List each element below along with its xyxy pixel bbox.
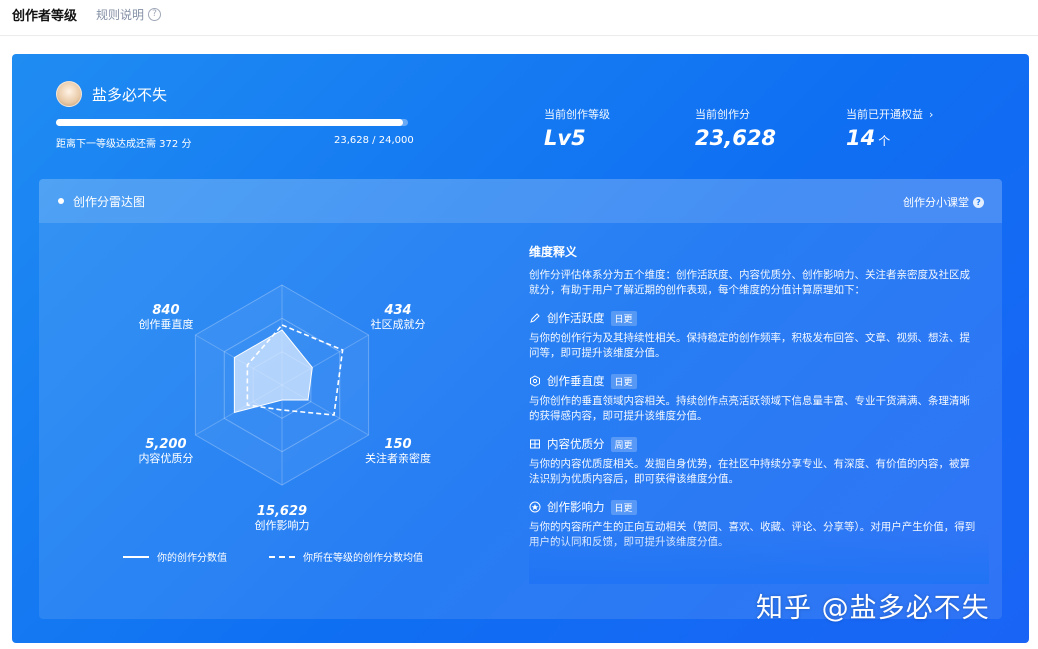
radar-panel: 创作分雷达图 创作分小课堂 ? 1,375创作活跃度434社区成就分150关注者… [39,179,1002,619]
radar-panel-header: 创作分雷达图 创作分小课堂 ? [39,179,1002,223]
level-progress-bar [56,119,408,126]
radar-axis-label: 内容优质分 [138,451,193,465]
dimension-name: 创作活跃度 [547,311,605,325]
radar-axis-value: 150 [384,437,411,452]
radar-chart: 1,375创作活跃度434社区成就分150关注者亲密度15,629创作影响力5,… [138,263,431,532]
progress-remaining-text: 距离下一等级达成还需 372 分 [56,139,192,150]
stat-score-value: 23,628 [695,126,777,150]
creator-level-card: 盐多必不失 距离下一等级达成还需 372 分 23,628 / 24,000 当… [12,54,1029,643]
legend-dashed-line [269,555,295,558]
rules-link[interactable]: 规则说明 ? [96,6,162,23]
dimension-name: 创作垂直度 [547,374,605,388]
legend-average: 你所在等级的创作分数均值 [269,549,423,564]
course-label: 创作分小课堂 [903,196,969,209]
dimension-item: 内容优质分 周更 与你的内容优质度相关。发掘自身优势，在社区中持续分享专业、有深… [529,436,979,487]
radar-axis-label: 创作活跃度 [255,263,310,264]
question-circle-icon[interactable]: ? [148,8,162,21]
radar-axis-label: 社区成就分 [371,317,426,331]
radar-axis-value: 5,200 [145,437,186,452]
watermark: 知乎 @盐多必不失 [756,593,990,624]
top-bar: 创作者等级 规则说明 ? [0,0,1038,36]
dimension-intro: 创作分评估体系分为五个维度：创作活跃度、内容优质分、创作影响力、关注者亲密度及社… [529,269,970,296]
update-tag: 日更 [610,499,637,515]
stat-benefits-label: 当前已开通权益 [846,108,923,121]
dimension-name: 创作影响力 [547,500,605,514]
level-progress-fill [56,119,403,126]
radar-axis-value: 434 [383,303,411,318]
dimension-title: 维度释义 [529,245,578,259]
stat-benefits-unit: 个 [878,134,891,148]
chevron-right-icon[interactable]: › [929,108,933,121]
update-tag: 日更 [610,373,637,389]
radar-axis-value: 840 [152,303,179,318]
bullet-dot-icon [58,198,64,204]
stat-level-value: Lv5 [544,126,586,150]
hexagon-icon [530,375,540,387]
avatar[interactable] [56,81,82,107]
dimension-text: 与你的创作行为及其持续性相关。保持稳定的创作频率，积极发布回答、文章、视频、想法… [529,332,970,359]
dimension-text: 与你的内容优质度相关。发掘自身优势，在社区中持续分享专业、有深度、有价值的内容，… [529,458,970,485]
dimension-name: 内容优质分 [547,437,605,451]
question-dot-icon[interactable]: ? [973,196,984,208]
stat-benefits[interactable]: 当前已开通权益 › 14 个 [846,106,933,150]
legend-solid-line [123,555,149,558]
radar-axis-label: 关注者亲密度 [365,451,431,465]
scroll-fade-overlay [529,534,989,584]
progress-ratio: 23,628 / 24,000 [334,135,414,146]
page-title: 创作者等级 [12,9,78,24]
update-tag: 周更 [610,436,637,452]
rules-label: 规则说明 [96,8,145,22]
dimension-item: 创作垂直度 日更 与你创作的垂直领域内容相关。持续创作点亮活跃领域下信息量丰富、… [529,373,979,424]
stat-level: 当前创作等级 Lv5 [544,106,610,150]
pencil-icon [530,313,540,323]
stat-benefits-value: 14 [846,126,876,150]
dimension-text: 与你创作的垂直领域内容相关。持续创作点亮活跃领域下信息量丰富、专业干货满满、条理… [529,395,970,422]
legend-user-label: 你的创作分数值 [157,553,227,564]
stat-score: 当前创作分 23,628 [695,106,776,150]
stat-level-label: 当前创作等级 [544,108,610,121]
legend-average-label: 你所在等级的创作分数均值 [303,553,423,564]
stat-score-label: 当前创作分 [695,108,750,121]
dimension-description: 维度释义 创作分评估体系分为五个维度：创作活跃度、内容优质分、创作影响力、关注者… [529,243,979,550]
course-link[interactable]: 创作分小课堂 ? [903,194,984,210]
username: 盐多必不失 [92,86,168,104]
update-tag: 日更 [610,310,637,326]
radar-panel-title: 创作分雷达图 [73,195,146,209]
star-circle-icon [529,501,541,513]
legend-user: 你的创作分数值 [123,549,227,564]
radar-axis-label: 创作影响力 [255,519,310,532]
radar-axis-value: 15,629 [257,504,307,519]
grid-icon [530,439,540,449]
dimension-item: 创作活跃度 日更 与你的创作行为及其持续性相关。保持稳定的创作频率，积极发布回答… [529,310,979,361]
radar-axis-label: 创作垂直度 [138,317,193,331]
